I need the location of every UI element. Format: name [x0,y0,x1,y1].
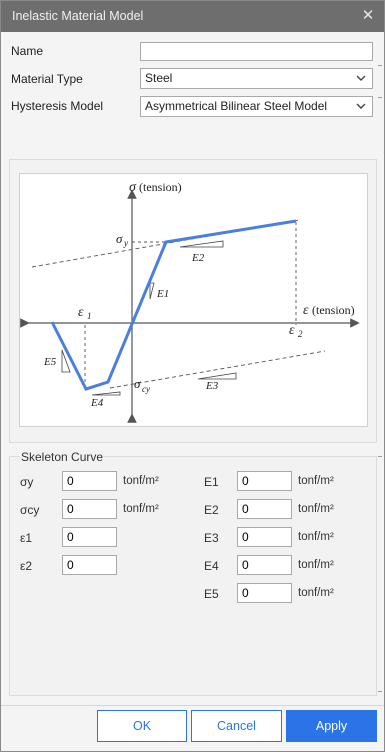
name-label: Name [11,44,44,58]
e1-unit: tonf/m² [298,475,334,487]
e3-unit: tonf/m² [298,531,334,543]
e2-input[interactable] [237,499,292,519]
e3-param-label: E3 [204,531,219,545]
scrollbar-mark [378,97,382,98]
eps2-subscript: 2 [298,329,303,339]
hysteresis-model-select[interactable]: Asymmetrical Bilinear Steel Model [140,96,373,117]
apply-button[interactable]: Apply [286,710,377,742]
e5-label: E5 [43,356,57,368]
e5-unit: tonf/m² [298,587,334,599]
chevron-down-icon [356,103,366,109]
scrollbar-mark [378,456,382,457]
title-bar[interactable]: Inelastic Material Model ✕ [1,1,384,32]
skeleton-curve-title: Skeleton Curve [20,450,105,464]
tension-y-label: (tension) [139,180,182,194]
eps1-label: ε1 [20,531,33,545]
eps2-input[interactable] [62,555,117,575]
footer-divider [1,705,384,706]
hysteresis-model-value: Asymmetrical Bilinear Steel Model [145,99,328,113]
chevron-down-icon [356,75,366,81]
eps1-symbol: ε [78,305,84,320]
e5-input[interactable] [237,583,292,603]
e1-input[interactable] [237,471,292,491]
close-icon[interactable]: ✕ [358,6,378,26]
e4-label: E4 [90,397,104,409]
e3-label: E3 [205,380,219,392]
e2-label: E2 [191,252,205,264]
sigma-cy-unit: tonf/m² [123,503,159,515]
e2-slope-triangle [179,240,224,248]
eps2-symbol: ε [289,323,295,338]
scrollbar-mark [378,65,382,66]
hysteresis-model-label: Hysteresis Model [11,99,104,113]
e1-param-label: E1 [204,475,219,489]
name-input[interactable] [140,42,373,61]
sigma-y-subscript: y [123,238,128,248]
e5-param-label: E5 [204,587,219,601]
e4-slope-triangle [91,391,121,396]
tension-x-label: (tension) [312,303,355,317]
sigma-y-unit: tonf/m² [123,475,159,487]
sigma-cy-subscript: cy [142,384,150,394]
eps2-label: ε2 [20,559,33,573]
e4-input[interactable] [237,555,292,575]
window-title: Inelastic Material Model [12,9,144,23]
e3-slope-triangle [197,372,237,380]
eps1-input[interactable] [62,527,117,547]
sigma-y-input[interactable] [62,471,117,491]
e1-slope-triangle [149,282,155,300]
e2-unit: tonf/m² [298,503,334,515]
hysteresis-diagram: σ (tension) ε (tension) σ y σ cy ε 1 ε 2… [19,173,368,427]
sigma-symbol: σ [129,180,137,195]
material-type-value: Steel [145,71,173,85]
material-type-select[interactable]: Steel [140,68,373,89]
epsilon-symbol: ε [303,303,309,318]
sigma-cy-symbol: σ [134,376,141,391]
sigma-y-label: σy [20,475,34,489]
skeleton-curve-group [9,456,377,696]
skeleton-curve [50,219,297,391]
inelastic-material-dialog: Inelastic Material Model ✕ Name Material… [0,0,385,752]
ok-button[interactable]: OK [97,710,187,742]
eps1-subscript: 1 [87,311,92,321]
scrollbar-mark [378,691,382,692]
sigma-y-symbol: σ [116,231,123,246]
e1-label: E1 [156,288,169,300]
e4-param-label: E4 [204,559,219,573]
e3-input[interactable] [237,527,292,547]
sigma-cy-input[interactable] [62,499,117,519]
stress-strain-diagram: σ (tension) ε (tension) σ y σ cy ε 1 ε 2… [20,180,360,423]
material-type-label: Material Type [11,72,83,86]
cancel-button[interactable]: Cancel [191,710,282,742]
sigma-cy-label: σcy [20,503,40,517]
e2-param-label: E2 [204,503,219,517]
e4-unit: tonf/m² [298,559,334,571]
